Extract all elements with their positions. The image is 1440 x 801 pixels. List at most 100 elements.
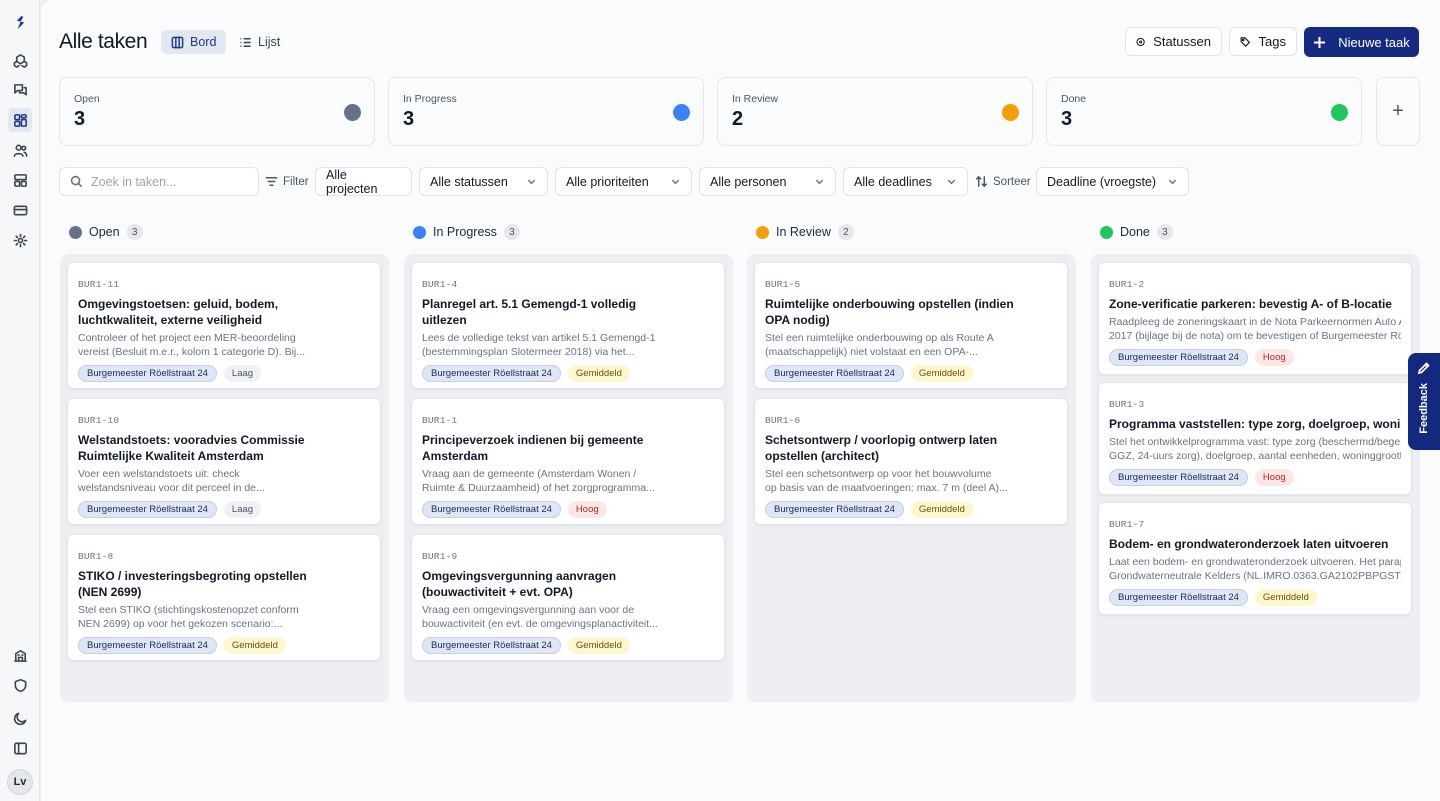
priority-badge: Gemiddeld: [567, 637, 630, 654]
search-input[interactable]: [91, 174, 241, 189]
stat-in-progress: In Progress 3: [388, 77, 704, 146]
plus-icon: [1314, 36, 1326, 48]
sidebar-toggle-icon[interactable]: [8, 736, 32, 760]
task-card[interactable]: BUR1-2 Zone-verificatie parkeren: bevest…: [1098, 262, 1412, 375]
network-icon[interactable]: [8, 48, 32, 72]
stat-count: 3: [403, 108, 415, 130]
status-dot-icon: [673, 104, 690, 121]
column-title: In Review: [776, 225, 831, 239]
priorities-select[interactable]: Alle prioriteiten: [555, 167, 692, 196]
task-description: Laat een bodem- en grondwateronderzoek u…: [1109, 556, 1401, 582]
page-title: Alle taken: [59, 30, 148, 53]
sort-button[interactable]: Sorteer: [975, 167, 1031, 196]
location-tag: Burgemeester Röellstraat 24: [1109, 589, 1248, 606]
location-tag: Burgemeester Röellstraat 24: [765, 501, 904, 518]
avatar[interactable]: Lv: [7, 769, 33, 795]
view-list-button[interactable]: Lijst: [229, 30, 290, 54]
column-count: 2: [837, 224, 854, 240]
column-header-in-review: In Review 2: [756, 222, 854, 242]
task-card[interactable]: BUR1-9 Omgevingsvergunning aanvragen (bou…: [411, 534, 725, 661]
task-title: Principeverzoek indienen bij gemeente Ams…: [422, 433, 644, 463]
shield-icon[interactable]: [8, 673, 32, 697]
feedback-button[interactable]: Feedback: [1408, 353, 1440, 450]
task-id: BUR1-5: [765, 279, 801, 290]
task-card[interactable]: BUR1-7 Bodem- en grondwateronderzoek lat…: [1098, 502, 1412, 615]
status-dot-icon: [1331, 104, 1348, 121]
search-field[interactable]: [59, 167, 259, 196]
statuses-select[interactable]: Alle statussen: [419, 167, 548, 196]
task-description: Lees de volledige tekst van artikel 5.1 …: [422, 332, 656, 358]
task-description: Vraag aan de gemeente (Amsterdam Wonen /…: [422, 468, 655, 494]
tags-button[interactable]: Tags: [1229, 27, 1297, 56]
feedback-label: Feedback: [1418, 383, 1430, 434]
circle-status-icon: [1136, 37, 1145, 46]
statuses-button[interactable]: Statussen: [1125, 27, 1222, 56]
deadlines-select[interactable]: Alle deadlines: [843, 167, 968, 196]
stat-label: In Progress: [403, 93, 457, 105]
task-card[interactable]: BUR1-10 Welstandstoets: vooradvies Commi…: [67, 398, 381, 525]
task-card[interactable]: BUR1-6 Schetsontwerp / voorlopig ontwerp…: [754, 398, 1068, 525]
task-card[interactable]: BUR1-8 STIKO / investeringsbegroting ops…: [67, 534, 381, 661]
column-title: In Progress: [433, 225, 497, 239]
people-select[interactable]: Alle personen: [699, 167, 836, 196]
task-card[interactable]: BUR1-5 Ruimtelijke onderbouwing opstelle…: [754, 262, 1068, 389]
chevron-down-icon: [1168, 179, 1177, 185]
plus-icon: +: [1392, 100, 1404, 122]
status-dot-icon: [413, 225, 426, 239]
users-icon[interactable]: [8, 138, 32, 162]
stat-count: 2: [732, 108, 744, 130]
task-card[interactable]: BUR1-3 Programma vaststellen: type zorg,…: [1098, 382, 1412, 495]
column-header-open: Open 3: [69, 222, 143, 242]
task-description: Raadpleeg de zoneringskaart in de Nota P…: [1109, 316, 1401, 342]
gear-icon[interactable]: [8, 228, 32, 252]
layout-icon[interactable]: [8, 168, 32, 192]
task-title: Omgevingsvergunning aanvragen (bouwactivi…: [422, 569, 617, 599]
sidebar: Lv: [0, 0, 40, 801]
task-description: Stel het ontwikkelprogramma vast: type z…: [1109, 436, 1401, 462]
add-column-button[interactable]: +: [1376, 77, 1420, 146]
logo-icon[interactable]: [8, 10, 32, 34]
new-task-button[interactable]: Nieuwe taak: [1304, 27, 1419, 57]
task-id: BUR1-3: [1109, 399, 1145, 410]
list-icon: [240, 37, 251, 47]
stat-count: 3: [1061, 108, 1073, 130]
stat-label: Done: [1061, 93, 1087, 105]
column-title: Open: [89, 225, 120, 239]
statuses-select-value: Alle statussen: [430, 174, 508, 189]
task-id: BUR1-8: [78, 551, 114, 562]
location-tag: Burgemeester Röellstraat 24: [422, 501, 561, 518]
building-icon[interactable]: [8, 643, 32, 667]
stat-done: Done 3: [1046, 77, 1362, 146]
priority-badge: Gemiddeld: [910, 501, 973, 518]
view-board-label: Bord: [190, 35, 217, 49]
task-card[interactable]: BUR1-11 Omgevingstoetsen: geluid, bodem,…: [67, 262, 381, 389]
task-card[interactable]: BUR1-4 Planregel art. 5.1 Gemengd-1 voll…: [411, 262, 725, 389]
stat-in-review: In Review 2: [717, 77, 1033, 146]
priorities-select-value: Alle prioriteiten: [566, 174, 649, 189]
pencil-icon: [1417, 362, 1430, 375]
location-tag: Burgemeester Röellstraat 24: [1109, 349, 1248, 366]
location-tag: Burgemeester Röellstraat 24: [78, 365, 217, 382]
board-icon[interactable]: [8, 108, 32, 132]
task-description: Voer een welstandstoets uit: check welsta…: [78, 468, 265, 494]
column-in-progress: BUR1-4 Planregel art. 5.1 Gemengd-1 voll…: [404, 254, 733, 702]
task-card[interactable]: BUR1-1 Principeverzoek indienen bij geme…: [411, 398, 725, 525]
card-icon[interactable]: [8, 198, 32, 222]
view-list-label: Lijst: [258, 35, 281, 49]
task-id: BUR1-9: [422, 551, 458, 562]
task-title: Ruimtelijke onderbouwing opstellen (indi…: [765, 297, 1014, 327]
task-description: Stel een schetsontwerp op voor het bouwv…: [765, 468, 1008, 494]
location-tag: Burgemeester Röellstraat 24: [78, 501, 217, 518]
column-open: BUR1-11 Omgevingstoetsen: geluid, bodem,…: [60, 254, 389, 702]
location-tag: Burgemeester Röellstraat 24: [78, 637, 217, 654]
view-board-button[interactable]: Bord: [161, 30, 227, 54]
priority-badge: Hoog: [567, 501, 607, 518]
sort-select[interactable]: Deadline (vroegste): [1036, 167, 1189, 196]
projects-select[interactable]: Alle projecten: [315, 167, 412, 196]
moon-icon[interactable]: [8, 706, 32, 730]
statuses-label: Statussen: [1153, 34, 1211, 49]
chat-icon[interactable]: [8, 78, 32, 102]
task-id: BUR1-10: [78, 415, 120, 426]
filter-button[interactable]: Filter: [265, 167, 309, 196]
priority-badge: Gemiddeld: [910, 365, 973, 382]
